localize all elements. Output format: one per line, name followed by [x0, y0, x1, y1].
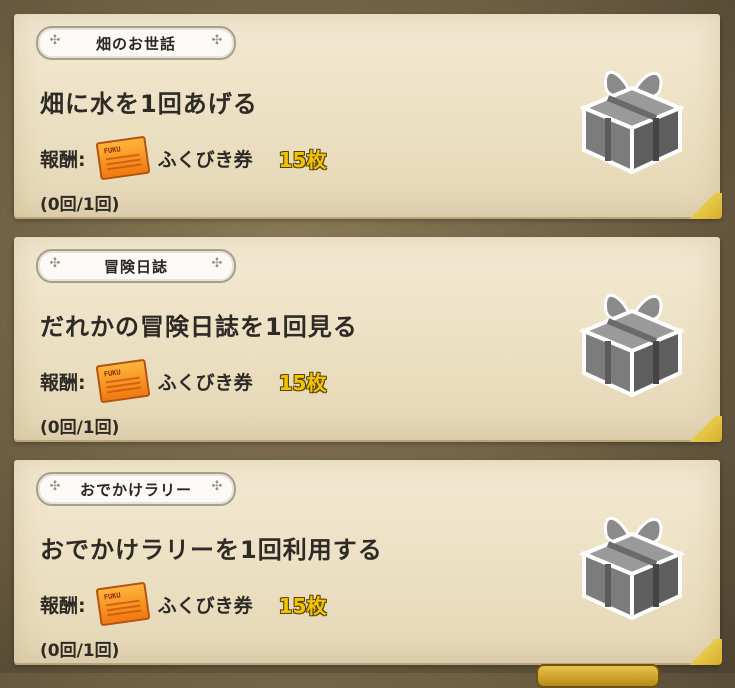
category-label: 冒険日誌 — [103, 257, 168, 276]
reward-label: 報酬: — [40, 148, 86, 171]
mission-title: 畑に水を1回あげる — [40, 90, 258, 118]
ornament-icon: ✣ — [211, 33, 223, 48]
reward-label: 報酬: — [40, 371, 86, 394]
gift-box-icon[interactable] — [572, 500, 692, 620]
ornament-icon: ✣ — [49, 256, 61, 271]
mission-card[interactable]: ✣ おでかけラリー ✣ おでかけラリーを1回利用する 報酬: FUKU ふくびき… — [14, 460, 722, 665]
ticket-icon: FUKU — [95, 135, 151, 181]
category-tag: ✣ 畑のお世話 ✣ — [36, 26, 236, 60]
mission-title: おでかけラリーを1回利用する — [40, 536, 383, 564]
reward-count: 15枚 — [278, 147, 327, 172]
bottom-button[interactable] — [536, 664, 660, 688]
ornament-icon: ✣ — [49, 33, 61, 48]
reward-item-name: ふくびき券 — [157, 148, 253, 171]
ornament-icon: ✣ — [211, 256, 223, 271]
reward-row: 報酬: FUKU ふくびき券 15枚 — [40, 358, 327, 404]
mission-progress: (0回/1回) — [40, 195, 120, 215]
reward-item-name: ふくびき券 — [157, 594, 253, 617]
reward-row: 報酬: FUKU ふくびき券 15枚 — [40, 581, 327, 627]
ornament-icon: ✣ — [49, 479, 61, 494]
mission-title: だれかの冒険日誌を1回見る — [40, 313, 358, 341]
category-tag: ✣ おでかけラリー ✣ — [36, 472, 236, 506]
ticket-icon: FUKU — [95, 581, 151, 627]
gift-box-icon[interactable] — [572, 277, 692, 397]
reward-row: 報酬: FUKU ふくびき券 15枚 — [40, 135, 327, 181]
reward-count: 15枚 — [278, 593, 327, 618]
gift-box-icon[interactable] — [572, 54, 692, 174]
category-tag: ✣ 冒険日誌 ✣ — [36, 249, 236, 283]
category-label: おでかけラリー — [79, 480, 192, 499]
mission-progress: (0回/1回) — [40, 641, 120, 661]
reward-item-name: ふくびき券 — [157, 371, 253, 394]
mission-card[interactable]: ✣ 冒険日誌 ✣ だれかの冒険日誌を1回見る 報酬: FUKU ふくびき券 15… — [14, 237, 722, 442]
ticket-icon: FUKU — [95, 358, 151, 404]
category-label: 畑のお世話 — [95, 34, 176, 53]
reward-label: 報酬: — [40, 594, 86, 617]
mission-progress: (0回/1回) — [40, 418, 120, 438]
ornament-icon: ✣ — [211, 479, 223, 494]
reward-count: 15枚 — [278, 370, 327, 395]
mission-card[interactable]: ✣ 畑のお世話 ✣ 畑に水を1回あげる 報酬: FUKU ふくびき券 15枚 (… — [14, 14, 722, 219]
